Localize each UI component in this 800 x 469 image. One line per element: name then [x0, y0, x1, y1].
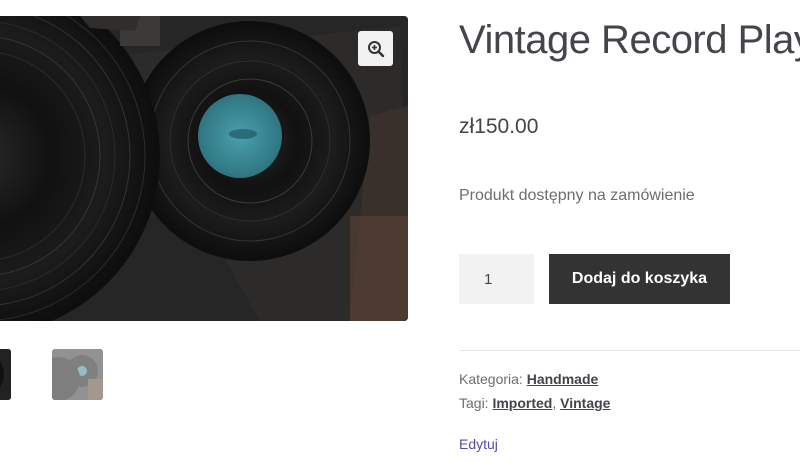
add-to-cart-button[interactable]: Dodaj do koszyka — [549, 254, 730, 304]
thumbnail-image — [0, 349, 11, 400]
stock-availability: Produkt dostępny na zamówienie — [459, 187, 695, 204]
zoom-button[interactable] — [358, 31, 393, 66]
product-title: Vintage Record Player — [459, 18, 800, 62]
product-category: Kategoria: Handmade — [459, 371, 598, 387]
divider — [459, 350, 800, 351]
product-tags: Tagi: Imported, Vintage — [459, 395, 610, 411]
tag-link-vintage[interactable]: Vintage — [560, 395, 610, 411]
product-main-image[interactable] — [0, 16, 408, 321]
tag-separator: , — [552, 395, 557, 411]
quantity-input[interactable] — [459, 254, 534, 304]
edit-link[interactable]: Edytuj — [459, 436, 498, 452]
gallery-thumbnail-1[interactable] — [0, 349, 11, 400]
tag-link-imported[interactable]: Imported — [492, 395, 552, 411]
category-link-handmade[interactable]: Handmade — [527, 371, 599, 387]
record-player-photo — [0, 16, 408, 321]
product-page: Vintage Record Player zł150.00 Produkt d… — [0, 0, 800, 469]
gallery-thumbnail-2[interactable] — [52, 349, 103, 400]
tags-label: Tagi: — [459, 395, 489, 411]
category-label: Kategoria: — [459, 371, 523, 387]
zoom-in-icon — [367, 40, 384, 57]
product-price: zł150.00 — [459, 115, 539, 138]
thumbnail-image — [52, 349, 103, 400]
